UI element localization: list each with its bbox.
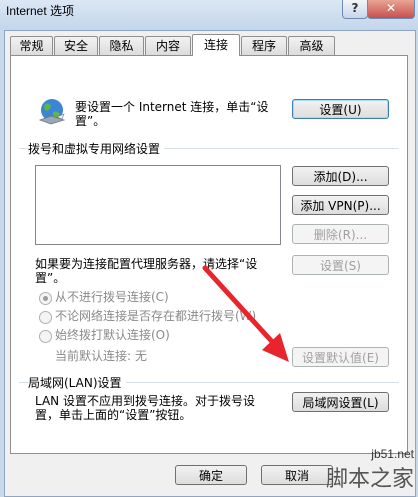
connections-panel: 要设置一个 Internet 连接，单击“设 置”。 设置(U) 拨号和虚拟专用… [10,55,408,454]
connections-list[interactable] [35,165,281,245]
window-title: Internet 选项 [6,4,75,18]
tab-advanced[interactable]: 高级 [288,36,335,55]
proxy-settings-button[interactable]: 设置(S) [292,255,389,275]
current-default-label: 当前默认连接: [55,349,132,363]
current-default-value: 无 [135,349,148,363]
watermark: jb51.net 脚本之家 [326,447,414,493]
tab-content[interactable]: 内容 [145,36,191,55]
proxy-text-line2: 置”。 [35,271,66,285]
tab-security[interactable]: 安全 [54,36,98,55]
dialog-body: 常规 安全 隐私 内容 连接 程序 高级 要设置一个 Internet 连接，单… [4,30,416,497]
proxy-text-line1: 如果要为连接配置代理服务器，请选择“设 [35,257,258,271]
tab-privacy[interactable]: 隐私 [99,36,144,55]
radio-dial-whenever[interactable] [39,311,52,324]
setup-button[interactable]: 设置(U) [292,99,389,119]
radio-always-dial[interactable] [39,330,52,343]
add-button[interactable]: 添加(D)... [292,166,389,186]
watermark-url: jb51.net [371,447,414,461]
lan-text-line1: LAN 设置不应用到拨号连接。对于拨号设 [35,394,255,408]
lan-settings-button[interactable]: 局域网设置(L) [292,392,389,412]
lan-group-label: 局域网(LAN)设置 [28,374,126,391]
radio-never-dial[interactable] [39,292,52,305]
delete-button[interactable]: 删除(R)... [292,224,389,244]
radio-always-dial-label[interactable]: 始终拨打默认连接(O) [55,328,170,343]
radio-never-dial-label[interactable]: 从不进行拨号连接(C) [55,290,169,305]
cancel-button[interactable]: 取消 [261,465,333,485]
close-button[interactable]: ✕ [367,0,415,19]
ok-button[interactable]: 确定 [175,465,247,485]
set-default-button[interactable]: 设置默认值(E) [292,347,389,367]
help-button[interactable]: ? [342,0,368,19]
radio-dial-whenever-label[interactable]: 不论网络连接是否存在都进行拨号(W) [55,309,256,324]
add-vpn-button[interactable]: 添加 VPN(P)... [292,195,389,215]
lan-text-line2: 置，单击上面的“设置”按钮。 [35,408,192,422]
tab-programs[interactable]: 程序 [241,36,287,55]
tab-general[interactable]: 常规 [10,36,53,55]
tab-connections[interactable]: 连接 [192,34,240,56]
globe-network-icon [38,99,66,125]
title-bar: Internet 选项 ? ✕ [0,0,418,30]
dialup-group-label: 拨号和虚拟专用网络设置 [28,140,165,157]
setup-text-line1: 要设置一个 Internet 连接，单击“设 [75,100,269,114]
setup-text-line2: 置”。 [75,114,106,128]
watermark-name: 脚本之家 [325,467,414,492]
